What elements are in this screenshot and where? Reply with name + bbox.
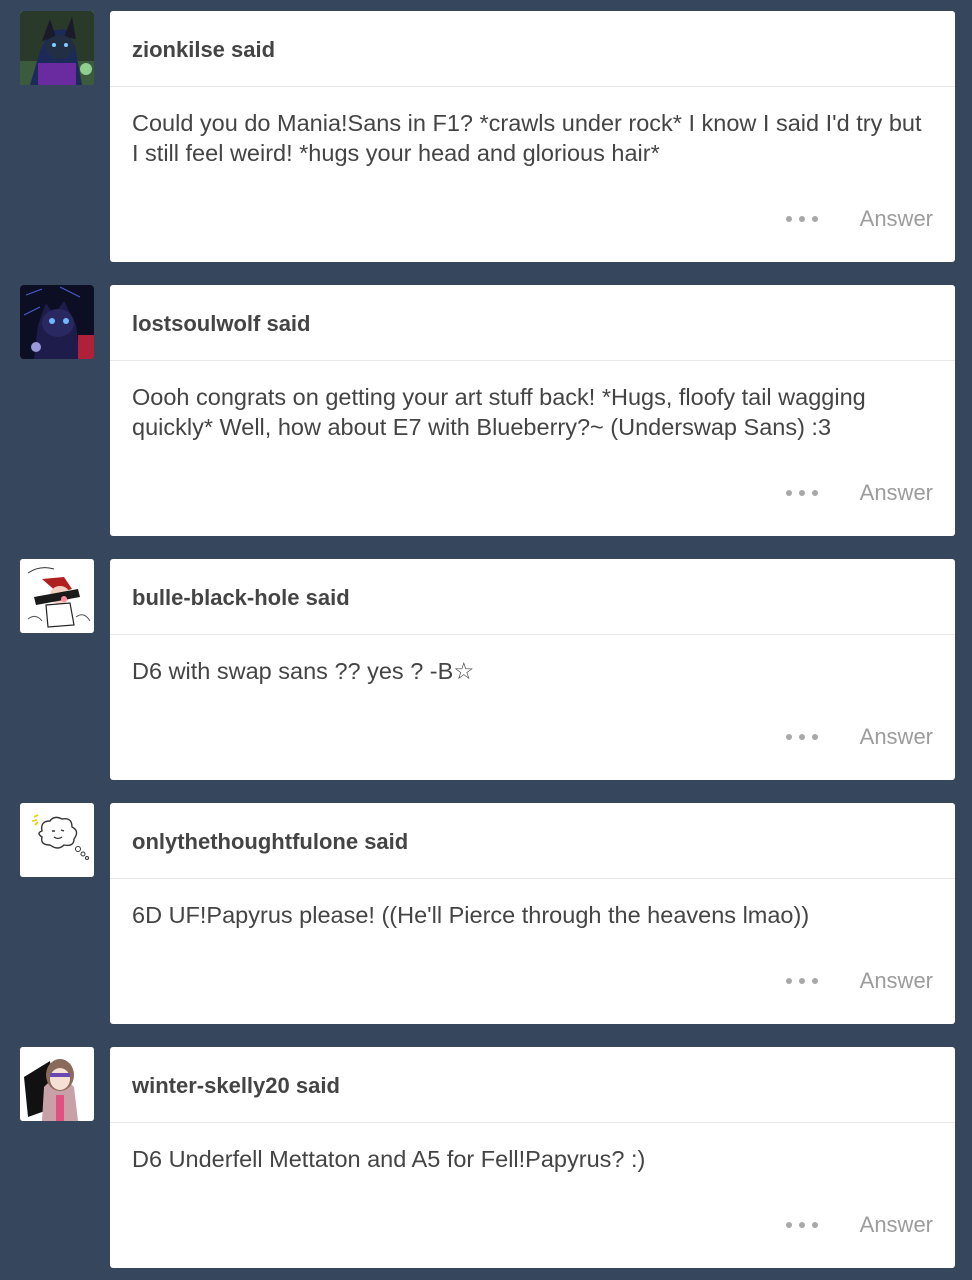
ask-footer: Answer: [785, 722, 933, 752]
question-text: Oooh congrats on getting your art stuff …: [132, 384, 866, 440]
question-text: D6 with swap sans ?? yes ? -B☆: [132, 658, 475, 684]
more-options-icon[interactable]: [785, 733, 818, 741]
sketch-character-avatar-icon: [20, 559, 94, 633]
ask-footer: Answer: [785, 204, 933, 234]
said-label: said: [364, 829, 409, 854]
answer-button[interactable]: Answer: [860, 724, 933, 750]
avatar[interactable]: [20, 11, 94, 85]
ask-card: lostsoulwolf said Oooh congrats on getti…: [110, 285, 955, 536]
ask-card: winter-skelly20 said D6 Underfell Mettat…: [110, 1047, 955, 1268]
avatar[interactable]: [20, 803, 94, 877]
more-options-icon[interactable]: [785, 977, 818, 985]
ask-footer: Answer: [785, 478, 933, 508]
said-label: said: [305, 585, 350, 610]
avatar[interactable]: [20, 285, 94, 359]
said-label: said: [266, 311, 311, 336]
said-label: said: [295, 1073, 340, 1098]
asker-line: zionkilse said: [132, 37, 275, 63]
more-options-icon[interactable]: [785, 1221, 818, 1229]
avatar[interactable]: [20, 1047, 94, 1121]
answer-button[interactable]: Answer: [860, 968, 933, 994]
asker-name[interactable]: onlythethoughtfulone: [132, 829, 358, 854]
ask-card-header: bulle-black-hole said: [110, 559, 955, 635]
more-options-icon[interactable]: [785, 215, 818, 223]
asker-line: onlythethoughtfulone said: [132, 829, 408, 855]
more-options-icon[interactable]: [785, 489, 818, 497]
asker-line: bulle-black-hole said: [132, 585, 350, 611]
ask-card: onlythethoughtfulone said 6D UF!Papyrus …: [110, 803, 955, 1024]
answer-button[interactable]: Answer: [860, 206, 933, 232]
ask-feed: zionkilse said Could you do Mania!Sans i…: [0, 0, 972, 1280]
answer-button[interactable]: Answer: [860, 1212, 933, 1238]
asker-name[interactable]: bulle-black-hole: [132, 585, 299, 610]
asker-name[interactable]: winter-skelly20: [132, 1073, 290, 1098]
asker-line: lostsoulwolf said: [132, 311, 310, 337]
question-text: Could you do Mania!Sans in F1? *crawls u…: [132, 110, 922, 166]
ask-card-header: winter-skelly20 said: [110, 1047, 955, 1123]
avatar[interactable]: [20, 559, 94, 633]
wolf-avatar-icon: [20, 11, 94, 85]
ask-card: bulle-black-hole said D6 with swap sans …: [110, 559, 955, 780]
ask-footer: Answer: [785, 966, 933, 996]
ask-card-header: onlythethoughtfulone said: [110, 803, 955, 879]
asker-name[interactable]: lostsoulwolf: [132, 311, 260, 336]
dark-wolf-avatar-icon: [20, 285, 94, 359]
answer-button[interactable]: Answer: [860, 480, 933, 506]
asker-line: winter-skelly20 said: [132, 1073, 340, 1099]
ask-card: zionkilse said Could you do Mania!Sans i…: [110, 11, 955, 262]
ask-card-header: lostsoulwolf said: [110, 285, 955, 361]
hooded-character-avatar-icon: [20, 1047, 94, 1121]
question-text: 6D UF!Papyrus please! ((He'll Pierce thr…: [132, 902, 810, 928]
asker-name[interactable]: zionkilse: [132, 37, 225, 62]
ask-footer: Answer: [785, 1210, 933, 1240]
thought-cloud-avatar-icon: [20, 803, 94, 877]
said-label: said: [231, 37, 276, 62]
ask-card-header: zionkilse said: [110, 11, 955, 87]
question-text: D6 Underfell Mettaton and A5 for Fell!Pa…: [132, 1146, 646, 1172]
